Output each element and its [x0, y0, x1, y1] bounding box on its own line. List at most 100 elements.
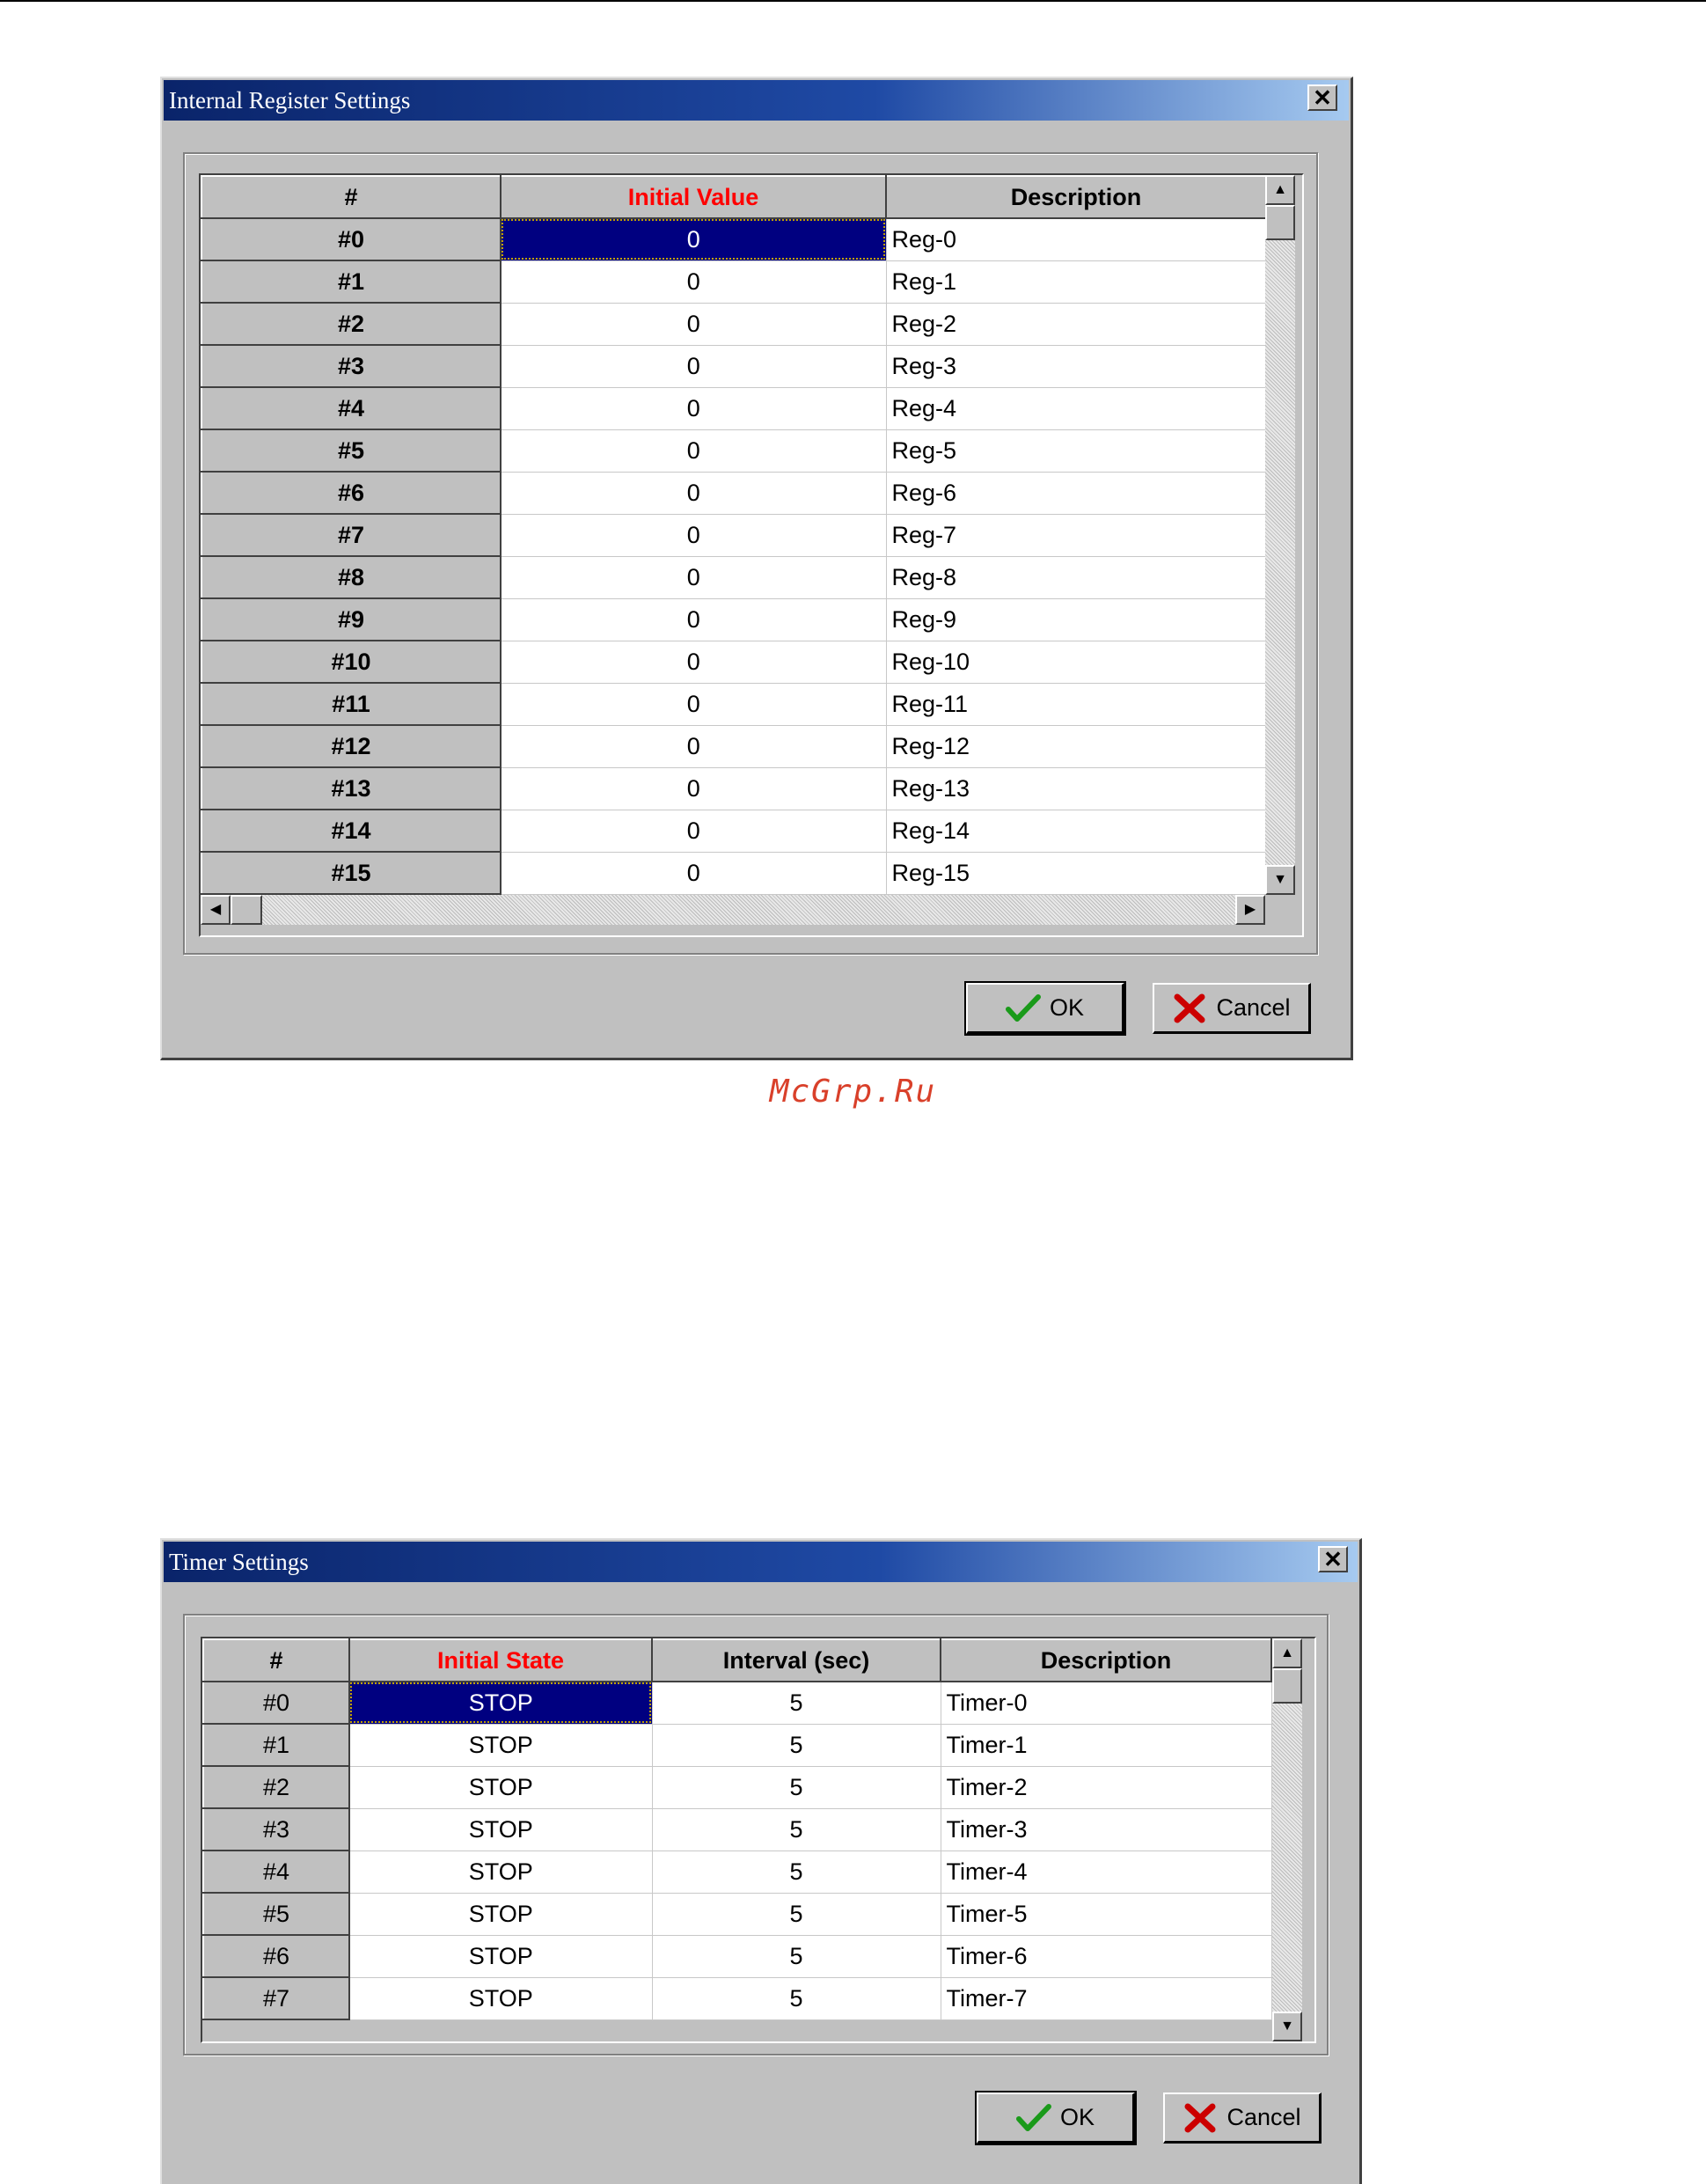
scroll-up-button[interactable]: ▲: [1265, 175, 1295, 205]
description-cell[interactable]: Reg-10: [886, 641, 1267, 684]
row-header[interactable]: #2: [201, 302, 502, 346]
table-row[interactable]: #1 STOP 5 Timer-1: [202, 1723, 1272, 1767]
interval-cell[interactable]: 5: [652, 1935, 941, 1978]
timer-close-button[interactable]: ✕: [1318, 1546, 1348, 1572]
row-header[interactable]: #13: [201, 766, 502, 810]
initial-value-cell[interactable]: 0: [501, 852, 887, 895]
description-cell[interactable]: Reg-5: [886, 429, 1267, 473]
initial-value-cell[interactable]: 0: [501, 598, 887, 641]
description-cell[interactable]: Reg-13: [886, 767, 1267, 810]
register-horizontal-scrollbar[interactable]: ◀ ▶: [201, 895, 1265, 925]
description-cell[interactable]: Timer-7: [941, 1977, 1272, 2020]
description-cell[interactable]: Reg-1: [886, 260, 1267, 304]
table-row[interactable]: #2 0 Reg-2: [201, 302, 1267, 346]
row-header[interactable]: #6: [202, 1934, 350, 1978]
interval-cell[interactable]: 5: [652, 1724, 941, 1767]
description-cell[interactable]: Reg-8: [886, 556, 1267, 599]
row-header[interactable]: #7: [201, 513, 502, 557]
initial-value-cell[interactable]: 0: [501, 387, 887, 430]
initial-state-cell[interactable]: STOP: [349, 1977, 653, 2020]
row-header[interactable]: #1: [202, 1723, 350, 1767]
description-cell[interactable]: Timer-6: [941, 1935, 1272, 1978]
table-row[interactable]: #14 0 Reg-14: [201, 809, 1267, 853]
interval-cell[interactable]: 5: [652, 1893, 941, 1936]
column-header-description[interactable]: Description: [940, 1638, 1272, 1682]
table-row[interactable]: #3 0 Reg-3: [201, 344, 1267, 388]
interval-cell[interactable]: 5: [652, 1808, 941, 1851]
table-row[interactable]: #5 STOP 5 Timer-5: [202, 1892, 1272, 1936]
row-header[interactable]: #2: [202, 1765, 350, 1809]
initial-state-cell[interactable]: STOP: [349, 1682, 653, 1725]
table-row[interactable]: #6 0 Reg-6: [201, 471, 1267, 515]
initial-value-cell[interactable]: 0: [501, 514, 887, 557]
timer-vertical-scrollbar[interactable]: ▲ ▼: [1272, 1638, 1302, 2041]
timer-cancel-button[interactable]: Cancel: [1163, 2092, 1322, 2144]
initial-value-cell[interactable]: 0: [501, 429, 887, 473]
register-dialog-titlebar[interactable]: Internal Register Settings: [164, 80, 1349, 121]
initial-value-cell[interactable]: 0: [501, 260, 887, 304]
initial-state-cell[interactable]: STOP: [349, 1808, 653, 1851]
description-cell[interactable]: Reg-15: [886, 852, 1267, 895]
description-cell[interactable]: Reg-12: [886, 725, 1267, 768]
interval-cell[interactable]: 5: [652, 1766, 941, 1809]
row-header[interactable]: #4: [202, 1850, 350, 1894]
vertical-scroll-thumb[interactable]: [1265, 205, 1295, 240]
description-cell[interactable]: Reg-14: [886, 810, 1267, 853]
description-cell[interactable]: Reg-3: [886, 345, 1267, 388]
row-header[interactable]: #0: [201, 217, 502, 261]
column-header-description[interactable]: Description: [885, 175, 1267, 219]
row-header[interactable]: #11: [201, 682, 502, 726]
row-header[interactable]: #4: [201, 386, 502, 430]
description-cell[interactable]: Timer-1: [941, 1724, 1272, 1767]
register-close-button[interactable]: ✕: [1307, 84, 1337, 111]
register-vertical-scrollbar[interactable]: ▲ ▼: [1265, 175, 1295, 895]
initial-value-cell[interactable]: 0: [501, 810, 887, 853]
description-cell[interactable]: Reg-7: [886, 514, 1267, 557]
table-row[interactable]: #12 0 Reg-12: [201, 724, 1267, 768]
table-row[interactable]: #4 STOP 5 Timer-4: [202, 1850, 1272, 1894]
row-header[interactable]: #3: [201, 344, 502, 388]
table-row[interactable]: #11 0 Reg-11: [201, 682, 1267, 726]
initial-value-cell[interactable]: 0: [501, 767, 887, 810]
table-row[interactable]: #0 STOP 5 Timer-0: [202, 1681, 1272, 1725]
column-header-initial-value[interactable]: Initial Value: [500, 175, 887, 219]
description-cell[interactable]: Reg-9: [886, 598, 1267, 641]
description-cell[interactable]: Reg-2: [886, 303, 1267, 346]
initial-value-cell[interactable]: 0: [501, 218, 887, 261]
row-header[interactable]: #5: [202, 1892, 350, 1936]
interval-cell[interactable]: 5: [652, 1851, 941, 1894]
column-header-number[interactable]: #: [201, 175, 502, 219]
initial-state-cell[interactable]: STOP: [349, 1766, 653, 1809]
table-row[interactable]: #4 0 Reg-4: [201, 386, 1267, 430]
table-row[interactable]: #6 STOP 5 Timer-6: [202, 1934, 1272, 1978]
row-header[interactable]: #15: [201, 851, 502, 895]
description-cell[interactable]: Timer-2: [941, 1766, 1272, 1809]
scroll-down-button[interactable]: ▼: [1272, 2012, 1302, 2041]
row-header[interactable]: #0: [202, 1681, 350, 1725]
interval-cell[interactable]: 5: [652, 1682, 941, 1725]
row-header[interactable]: #1: [201, 260, 502, 304]
initial-state-cell[interactable]: STOP: [349, 1724, 653, 1767]
timer-ok-button[interactable]: OK: [975, 2091, 1137, 2145]
description-cell[interactable]: Timer-4: [941, 1851, 1272, 1894]
table-row[interactable]: #8 0 Reg-8: [201, 555, 1267, 599]
initial-state-cell[interactable]: STOP: [349, 1851, 653, 1894]
row-header[interactable]: #3: [202, 1807, 350, 1851]
scroll-down-button[interactable]: ▼: [1265, 865, 1295, 895]
table-row[interactable]: #9 0 Reg-9: [201, 597, 1267, 641]
interval-cell[interactable]: 5: [652, 1977, 941, 2020]
description-cell[interactable]: Reg-6: [886, 472, 1267, 515]
initial-value-cell[interactable]: 0: [501, 641, 887, 684]
description-cell[interactable]: Reg-0: [886, 218, 1267, 261]
row-header[interactable]: #7: [202, 1976, 350, 2020]
description-cell[interactable]: Timer-5: [941, 1893, 1272, 1936]
horizontal-scroll-thumb[interactable]: [231, 895, 262, 925]
row-header[interactable]: #10: [201, 640, 502, 684]
table-row[interactable]: #0 0 Reg-0: [201, 217, 1267, 261]
initial-value-cell[interactable]: 0: [501, 725, 887, 768]
column-header-initial-state[interactable]: Initial State: [348, 1638, 653, 1682]
initial-value-cell[interactable]: 0: [501, 556, 887, 599]
scroll-up-button[interactable]: ▲: [1272, 1638, 1302, 1668]
register-cancel-button[interactable]: Cancel: [1153, 983, 1311, 1034]
register-ok-button[interactable]: OK: [964, 981, 1126, 1036]
